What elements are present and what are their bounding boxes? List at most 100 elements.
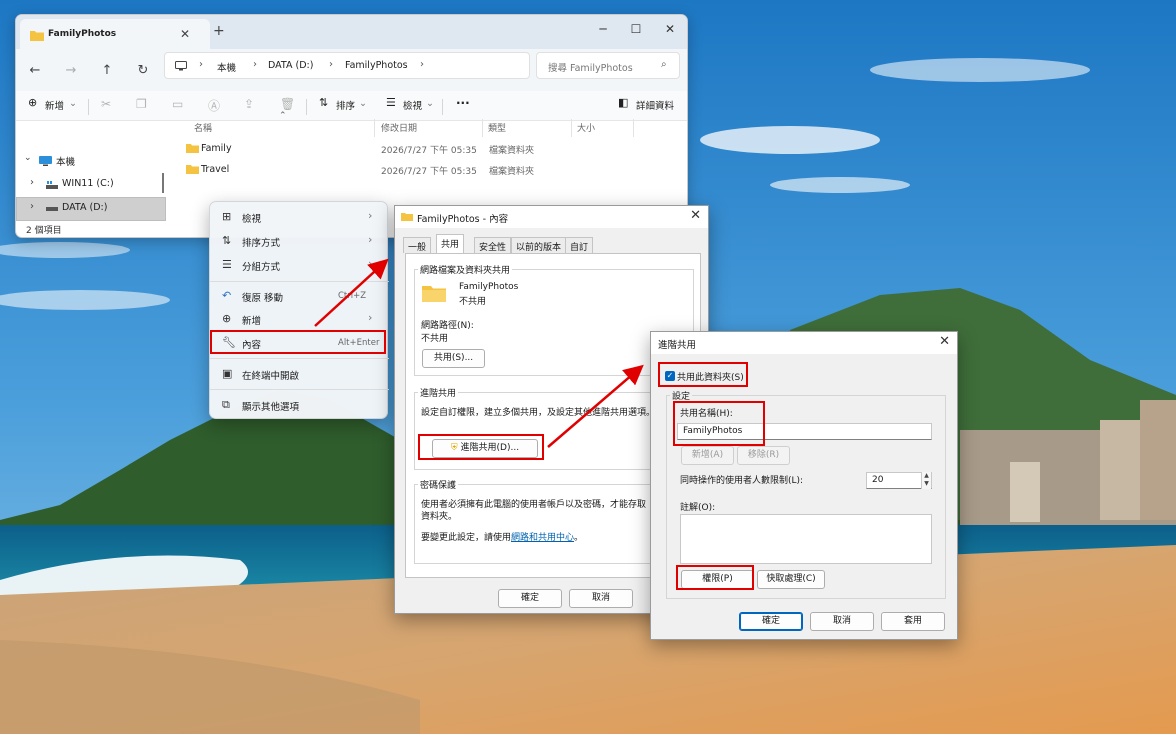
highlight-box-share-name: [673, 401, 765, 446]
group-icon: ☰: [222, 258, 232, 271]
explorer-toolbar: ⊕ 新增 ⌄ ✂ ❐ ▭ Ⓐ ⇪ 🗑 ⇅ 排序 ⌄ ☰ 檢視 ⌄ ··· ◧ 詳…: [16, 91, 687, 121]
column-header-date[interactable]: 修改日期: [381, 121, 417, 134]
cancel-button[interactable]: 取消: [569, 589, 633, 608]
sidebar-scrollbar[interactable]: [162, 173, 164, 193]
remove-share-button[interactable]: 移除(R): [737, 446, 790, 465]
highlight-box-properties: [210, 330, 386, 354]
sidebar-item-this-pc[interactable]: ⌄ 本機: [16, 149, 166, 173]
expand-chevron-icon[interactable]: ›: [30, 201, 34, 212]
menu-item-sort-by[interactable]: ⇅ 排序方式 ›: [210, 230, 389, 252]
folder-icon: [30, 31, 44, 41]
apply-button[interactable]: 套用: [881, 612, 945, 631]
ok-button[interactable]: 確定: [498, 589, 562, 608]
advanced-titlebar: 進階共用 ✕: [651, 332, 957, 354]
toolbar-divider: [306, 99, 307, 115]
breadcrumb-familyphotos[interactable]: FamilyPhotos: [345, 60, 408, 71]
close-window-icon[interactable]: ✕: [653, 19, 687, 39]
toolbar-divider: [88, 99, 89, 115]
spin-arrows-icon[interactable]: ▲ ▼: [921, 472, 931, 489]
file-row[interactable]: Family 2026/7/27 下午 05:35 檔案資料夾: [186, 139, 686, 159]
explorer-tab[interactable]: FamilyPhotos ✕: [20, 19, 210, 49]
explorer-titlebar: FamilyPhotos ✕ + ─ ☐ ✕: [16, 15, 687, 49]
new-tab-icon[interactable]: +: [213, 23, 225, 39]
rename-icon[interactable]: Ⓐ: [208, 97, 220, 114]
sort-icon: ⇅: [319, 96, 329, 109]
comment-textarea[interactable]: [680, 514, 932, 564]
tab-general[interactable]: 一般: [403, 237, 432, 253]
close-tab-icon[interactable]: ✕: [180, 27, 190, 41]
more-options-icon[interactable]: ···: [456, 96, 470, 110]
submenu-chevron-icon: ›: [368, 209, 373, 222]
refresh-icon[interactable]: ↻: [133, 61, 153, 81]
menu-item-open-terminal[interactable]: ▣ 在終端中開啟: [210, 363, 389, 385]
cancel-button[interactable]: 取消: [810, 612, 874, 631]
comment-label: 註解(O):: [680, 503, 716, 513]
sidebar-item-label: 本機: [56, 157, 76, 168]
expand-chevron-icon[interactable]: ⌄: [24, 153, 32, 163]
paste-icon[interactable]: ▭: [172, 97, 183, 111]
share-icon[interactable]: ⇪: [244, 97, 254, 111]
add-share-button[interactable]: 新增(A): [681, 446, 734, 465]
caching-button[interactable]: 快取處理(C): [757, 570, 825, 589]
back-arrow-icon[interactable]: ←: [25, 61, 45, 81]
breadcrumb-chevron-icon: ›: [199, 59, 203, 70]
menu-item-new[interactable]: ⊕ 新增 ›: [210, 308, 389, 330]
explorer-tab-title: FamilyPhotos: [48, 29, 117, 39]
file-row[interactable]: Travel 2026/7/27 下午 05:35 檔案資料夾: [186, 160, 686, 180]
delete-icon[interactable]: 🗑: [280, 97, 295, 111]
tab-customize[interactable]: 自訂: [565, 237, 594, 253]
menu-item-show-more-options[interactable]: ⧉ 顯示其他選項: [210, 394, 389, 416]
password-change-text: 要變更此設定，請使用網路和共用中心。: [421, 530, 583, 543]
tab-sharing[interactable]: 共用: [436, 234, 465, 254]
minimize-icon[interactable]: ─: [586, 19, 620, 39]
address-bar[interactable]: › 本機 › DATA (D:) › FamilyPhotos ›: [164, 52, 530, 79]
status-bar-text: 2 個項目: [26, 226, 62, 236]
sidebar-item-data-d[interactable]: › DATA (D:): [16, 197, 166, 221]
menu-item-label: 排序方式: [242, 238, 281, 249]
undo-icon: ↶: [222, 289, 232, 302]
up-arrow-icon[interactable]: ↑: [97, 61, 117, 81]
column-header-size[interactable]: 大小: [577, 121, 595, 134]
share-button[interactable]: 共用(S)...: [422, 349, 485, 368]
search-box[interactable]: 搜尋 FamilyPhotos ⌕: [536, 52, 680, 79]
close-icon[interactable]: ✕: [939, 334, 950, 349]
network-path-label: 網路路徑(N):: [421, 321, 474, 331]
tab-previous-versions[interactable]: 以前的版本: [511, 237, 567, 253]
breadcrumb-this-pc[interactable]: 本機: [217, 60, 236, 74]
menu-item-group-by[interactable]: ☰ 分組方式 ›: [210, 254, 389, 276]
column-divider: [482, 119, 483, 137]
forward-arrow-icon[interactable]: →: [61, 61, 81, 81]
details-button[interactable]: 詳細資料: [636, 98, 674, 112]
sort-button[interactable]: 排序: [336, 98, 355, 112]
copy-icon[interactable]: ❐: [136, 97, 147, 111]
new-button[interactable]: 新增: [45, 98, 64, 112]
view-button[interactable]: 檢視: [403, 98, 422, 112]
breadcrumb-data-drive[interactable]: DATA (D:): [268, 60, 313, 71]
close-icon[interactable]: ✕: [690, 208, 701, 223]
context-menu: ⊞ 檢視 › ⇅ 排序方式 › ☰ 分組方式 › ↶ 復原 移動 Ctrl+Z …: [209, 201, 389, 419]
ok-button[interactable]: 確定: [739, 612, 803, 631]
tab-security[interactable]: 安全性: [474, 237, 512, 253]
drive-icon: [46, 207, 58, 211]
terminal-icon: ▣: [222, 367, 233, 380]
user-limit-label: 同時操作的使用者人數限制(L):: [680, 476, 804, 486]
folder-icon: [401, 213, 413, 221]
menu-item-label: 新增: [242, 316, 262, 327]
more-options-icon: ⧉: [222, 398, 230, 411]
share-state-text: 不共用: [459, 297, 487, 307]
menu-item-undo-move[interactable]: ↶ 復原 移動 Ctrl+Z: [210, 285, 389, 307]
column-header-name[interactable]: 名稱: [194, 121, 212, 134]
menu-separator: [210, 281, 389, 282]
expand-chevron-icon[interactable]: ›: [30, 177, 34, 188]
navigation-pane: ⌄ 本機 › WIN11 (C:) › DATA (D:): [16, 121, 176, 225]
menu-item-view[interactable]: ⊞ 檢視 ›: [210, 206, 389, 228]
maximize-icon[interactable]: ☐: [619, 19, 653, 39]
column-divider: [571, 119, 572, 137]
cut-icon[interactable]: ✂: [101, 97, 111, 111]
password-change-suffix: 。: [574, 533, 584, 543]
network-sharing-center-link[interactable]: 網路和共用中心: [511, 533, 574, 543]
column-header-type[interactable]: 類型: [488, 121, 506, 134]
folder-icon: [186, 144, 199, 153]
breadcrumb-chevron-icon: ›: [420, 59, 424, 70]
sidebar-item-win11-c[interactable]: › WIN11 (C:): [16, 173, 166, 197]
